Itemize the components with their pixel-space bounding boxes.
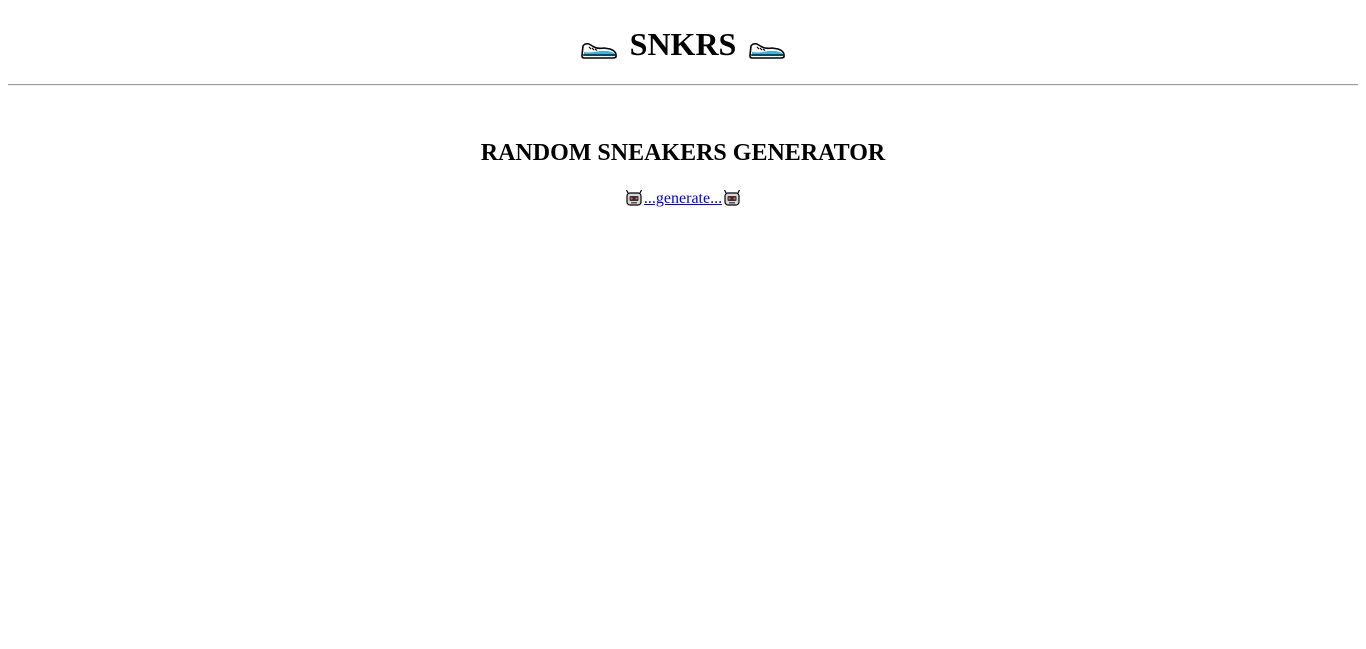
sneaker-icon	[580, 42, 617, 59]
site-title: SNKRS	[580, 22, 787, 66]
robot-icon	[724, 189, 741, 206]
robot-icon	[625, 189, 642, 206]
sneaker-icon	[749, 42, 786, 59]
generate-link-label: ...generate...	[643, 190, 723, 207]
page: SNKRS RANDOM SNEAKERS GENERATOR ...gener…	[0, 0, 1366, 649]
header-divider	[8, 84, 1358, 86]
page-heading: RANDOM SNEAKERS GENERATOR	[480, 140, 886, 166]
generate-link[interactable]: ...generate...	[624, 188, 742, 210]
site-header: SNKRS	[0, 22, 1366, 66]
generate-container: ...generate...	[0, 188, 1366, 216]
site-title-text: SNKRS	[629, 26, 737, 62]
